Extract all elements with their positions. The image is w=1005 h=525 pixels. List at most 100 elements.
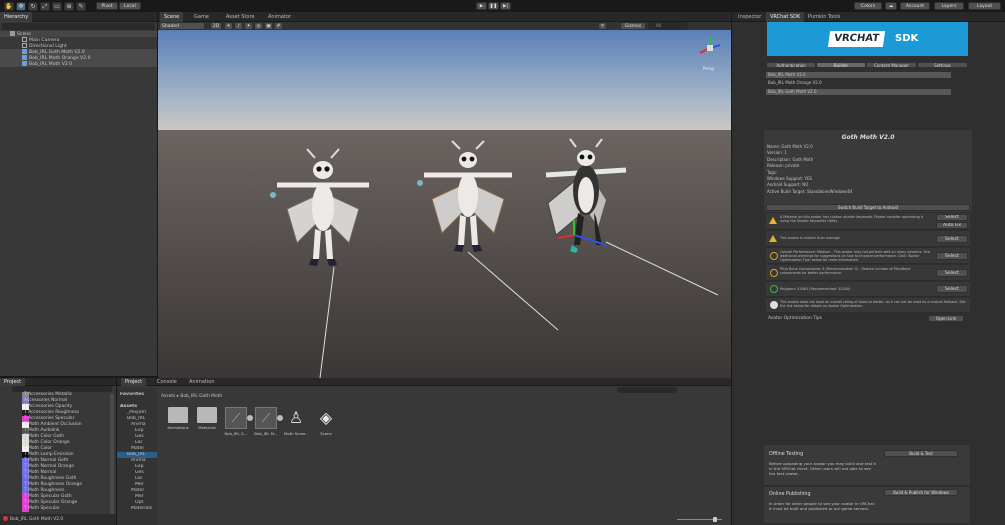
- tab-animation[interactable]: Animation: [185, 378, 219, 386]
- asset-animations-folder[interactable]: Animations: [166, 407, 190, 430]
- tab-content-manager[interactable]: Content Manager: [866, 62, 917, 68]
- tab-project-left[interactable]: Project: [0, 378, 26, 386]
- hand-tool-icon[interactable]: ✋: [4, 2, 14, 11]
- collab-dropdown[interactable]: Colors: [854, 2, 882, 10]
- scene-search-input[interactable]: All: [648, 22, 688, 30]
- open-link-button[interactable]: Open Link: [928, 315, 964, 322]
- tab-hierarchy[interactable]: Hierarchy: [0, 12, 33, 22]
- tab-asset-store[interactable]: Asset Store: [222, 12, 258, 22]
- online-publishing-title: Online Publishing: [769, 492, 811, 497]
- tab-animator[interactable]: Animator: [264, 12, 295, 22]
- zoom-slider-handle[interactable]: [713, 517, 717, 522]
- asset-label: Materials: [198, 425, 216, 430]
- tab-console[interactable]: Console: [153, 378, 181, 386]
- texture-footer: Bob_IRL Goth Moth V2.0: [0, 514, 116, 525]
- online-publishing-box: Online Publishing In order for other peo…: [764, 487, 970, 523]
- select-button[interactable]: Select: [936, 269, 968, 277]
- pivot-toggle[interactable]: Pivot: [96, 2, 118, 10]
- prefab-expand-icon[interactable]: [277, 415, 283, 421]
- asset-label: Bob_IRL M...: [254, 431, 278, 436]
- zoom-slider[interactable]: [677, 517, 722, 522]
- select-button[interactable]: Select: [936, 252, 968, 260]
- tab-project[interactable]: Project: [121, 378, 147, 386]
- rect-tool-icon[interactable]: ▭: [52, 2, 62, 11]
- custom-tool-icon[interactable]: ✎: [76, 2, 86, 11]
- build-publish-button[interactable]: Build & Publish for Windows: [884, 489, 958, 496]
- shading-dropdown[interactable]: Shaded: [159, 22, 205, 30]
- asset-scene[interactable]: ◈ Scene: [314, 407, 338, 436]
- breadcrumb-assets[interactable]: Assets: [161, 394, 175, 399]
- select-button[interactable]: Select: [936, 235, 968, 243]
- tab-scene[interactable]: Scene: [160, 12, 184, 22]
- camera-icon[interactable]: ▣: [264, 22, 273, 30]
- tab-inspector[interactable]: Inspector: [734, 12, 765, 22]
- auto-fix-button[interactable]: Auto Fix: [936, 222, 968, 229]
- prefab-icon: ⟋: [225, 407, 247, 429]
- effects-icon[interactable]: ✦: [244, 22, 253, 30]
- asset-label: Bob_IRL G...: [224, 431, 248, 436]
- tab-authentication[interactable]: Authentication: [766, 62, 816, 68]
- select-button[interactable]: Select: [936, 285, 968, 293]
- avatar-list-item[interactable]: Bob_IRL Goth Moth V2.0: [766, 89, 951, 95]
- asset-materials-folder[interactable]: Materials: [195, 407, 219, 430]
- avatar-list: Bob_IRL Moth V2.0 Bob_IRL Moth Orange V2…: [766, 72, 970, 100]
- hierarchy-search[interactable]: [2, 23, 155, 30]
- favorites-header[interactable]: Favorites: [117, 392, 157, 398]
- vrchat-sdk-banner: VRCHAT SDK: [767, 22, 968, 56]
- avatar-list-item[interactable]: Bob_IRL Moth Orange V2.0: [766, 80, 970, 86]
- sky: [158, 30, 731, 130]
- warning-message: A Material on this avatar has custom sha…: [766, 213, 970, 230]
- move-tool-icon[interactable]: ✥: [16, 2, 26, 11]
- avatar-detail: Active Build Target: StandaloneWindows64: [767, 188, 853, 194]
- select-button[interactable]: Select: [936, 214, 968, 221]
- cloud-icon[interactable]: ☁: [885, 2, 897, 10]
- hidden-icon[interactable]: ◎: [254, 22, 263, 30]
- breadcrumb: Assets ▸ Bob_IRL Goth Moth: [161, 394, 222, 399]
- transform-tool-icon[interactable]: ⊕: [64, 2, 74, 11]
- project-panel: Project Console Animation Favorites Asse…: [117, 378, 731, 525]
- project-search-input[interactable]: [617, 387, 677, 393]
- step-button[interactable]: ▶|: [500, 2, 511, 10]
- 2d-toggle[interactable]: 2D: [210, 22, 222, 30]
- switch-build-target-button[interactable]: Switch Build Target to Android: [766, 204, 970, 211]
- audio-icon[interactable]: ♪: [234, 22, 243, 30]
- hierarchy-item[interactable]: Bob_IRL Moth V2.0: [0, 61, 157, 67]
- tab-settings[interactable]: Settings: [917, 62, 968, 68]
- lighting-icon[interactable]: ☀: [224, 22, 233, 30]
- pause-button[interactable]: ❚❚: [488, 2, 499, 10]
- layout-dropdown[interactable]: Layout: [968, 2, 1001, 10]
- message-text: Phys Bone Components: 8 (Recommended: 4)…: [780, 267, 911, 275]
- asset-goth-prefab[interactable]: ⟋ Bob_IRL G...: [224, 407, 248, 436]
- tree-folder[interactable]: Materials: [117, 506, 157, 512]
- vrchat-logo: VRCHAT: [827, 31, 886, 47]
- scale-tool-icon[interactable]: ⤢: [40, 2, 50, 11]
- gizmos-dropdown[interactable]: Gizmos: [620, 22, 646, 30]
- asset-label: Moth Scree...: [284, 431, 308, 436]
- local-toggle[interactable]: Local: [119, 2, 141, 10]
- offline-testing-text: Before uploading your avatar you may bui…: [769, 461, 877, 476]
- scene-viewport[interactable]: Persp: [158, 30, 731, 378]
- rotate-tool-icon[interactable]: ↻: [28, 2, 38, 11]
- avatar-list-item[interactable]: Bob_IRL Moth V2.0: [766, 72, 951, 78]
- account-dropdown[interactable]: Account: [900, 2, 930, 10]
- hierarchy-panel: Hierarchy Scene Main Camera Directional …: [0, 12, 157, 376]
- play-button[interactable]: ▶: [476, 2, 487, 10]
- prefab-icon: [22, 61, 27, 66]
- tab-vrchat-sdk[interactable]: VRChat SDK: [766, 12, 805, 22]
- tab-game[interactable]: Game: [190, 12, 213, 22]
- grid-icon[interactable]: #: [274, 22, 283, 30]
- tab-builder[interactable]: Builder: [816, 62, 866, 68]
- warning-icon: [769, 217, 777, 224]
- asset-moth-prefab[interactable]: ⟋ Bob_IRL M...: [254, 407, 278, 436]
- layers-dropdown[interactable]: Layers: [934, 2, 964, 10]
- texture-scrollbar[interactable]: [110, 394, 114, 514]
- message-text: This avatar does not have an overall rat…: [780, 300, 966, 308]
- prefab-expand-icon[interactable]: [247, 415, 253, 421]
- breadcrumb-folder[interactable]: Bob_IRL Goth Moth: [180, 394, 222, 399]
- texture-item[interactable]: T Moth Specular: [24, 506, 60, 512]
- build-test-button[interactable]: Build & Test: [884, 450, 958, 457]
- asset-screenshot[interactable]: ♙ Moth Scree...: [284, 407, 308, 436]
- sdk-tabs: Authentication Builder Content Manager S…: [766, 62, 968, 69]
- tab-pumkin-tools[interactable]: Pumkin Tools: [804, 12, 844, 22]
- tools-icon[interactable]: ✕: [598, 22, 607, 30]
